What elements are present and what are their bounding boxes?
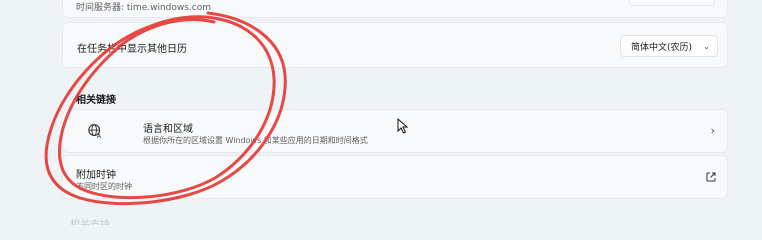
settings-page: 时间服务器: time.windows.com 在任务栏中显示其他日历 简体中文… xyxy=(0,0,762,225)
mouse-cursor-icon xyxy=(397,118,409,134)
calendar-dropdown-value: 简体中文(农历) xyxy=(631,42,693,53)
next-section-title: 相关支持 xyxy=(70,216,110,225)
show-calendar-card: 在任务栏中显示其他日历 简体中文(农历) ⌄ xyxy=(62,22,728,68)
show-calendar-label: 在任务栏中显示其他日历 xyxy=(77,44,187,55)
external-link-icon xyxy=(706,172,716,182)
language-region-title: 语言和区域 xyxy=(143,124,193,135)
chevron-right-icon: › xyxy=(710,124,715,137)
related-links-title: 相关链接 xyxy=(76,95,116,106)
calendar-dropdown[interactable]: 简体中文(农历) ⌄ xyxy=(620,35,718,57)
chevron-down-icon: ⌄ xyxy=(703,41,710,51)
language-region-link[interactable]: A 语言和区域 根据你所在的区域设置 Windows 和某些应用的日期和时间格式… xyxy=(62,109,728,153)
sync-now-button[interactable] xyxy=(629,0,715,6)
time-server-label: 时间服务器: time.windows.com xyxy=(76,3,212,13)
additional-clocks-subtitle: 不同时区的时钟 xyxy=(76,182,132,191)
language-region-subtitle: 根据你所在的区域设置 Windows 和某些应用的日期和时间格式 xyxy=(143,136,368,145)
time-server-card: 时间服务器: time.windows.com xyxy=(62,0,728,18)
additional-clocks-title: 附加时钟 xyxy=(76,170,116,181)
additional-clocks-link[interactable]: 附加时钟 不同时区的时钟 xyxy=(62,155,728,199)
language-icon: A xyxy=(88,124,102,140)
svg-text:A: A xyxy=(97,133,102,140)
